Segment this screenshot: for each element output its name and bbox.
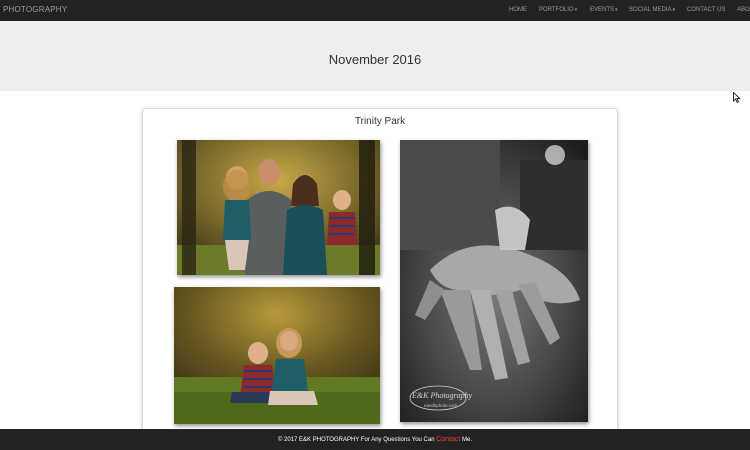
footer-contact-link[interactable]: Contact — [436, 436, 460, 443]
children-on-grass-photo[interactable] — [174, 287, 380, 424]
top-navbar: PHOTOGRAPHY HOME PORTFOLIO▾ EVENTS▾ SOCI… — [0, 0, 750, 21]
nav-home-label: HOME — [509, 7, 527, 13]
nav-home[interactable]: HOME — [509, 7, 527, 13]
nav-contact-us[interactable]: CONTACT US — [687, 7, 725, 13]
nav-contact-us-label: CONTACT US — [687, 7, 726, 13]
page-header: November 2016 — [0, 21, 750, 91]
watermark-url: eandkphoto.com — [424, 403, 458, 408]
nav-events[interactable]: EVENTS▾ — [590, 7, 618, 13]
watermark-logo: E&K Photography — [411, 391, 473, 400]
nav-about[interactable]: ABO — [737, 7, 750, 13]
nav-events-label: EVENTS — [590, 7, 615, 13]
gallery-panel: Trinity Park E&K Photography eandkphoto.… — [142, 108, 618, 438]
footer-suffix: Me. — [460, 437, 473, 443]
nav-about-label: ABO — [737, 7, 750, 13]
mouse-cursor-icon — [733, 92, 741, 103]
footer-copyright: © 2017 E&K PHOTOGRAPHY For Any Questions… — [277, 437, 437, 443]
page-footer: © 2017 E&K PHOTOGRAPHY For Any Questions… — [0, 429, 750, 450]
caret-down-icon: ▾ — [574, 7, 578, 13]
caret-down-icon: ▾ — [672, 7, 675, 13]
caret-down-icon: ▾ — [615, 7, 618, 13]
family-portrait-photo[interactable] — [177, 140, 380, 275]
brand-logo[interactable]: PHOTOGRAPHY — [3, 5, 67, 14]
nav-social-media-label: SOCIAL MEDIA — [629, 7, 672, 13]
hands-bw-photo[interactable]: E&K Photography eandkphoto.com — [400, 140, 588, 422]
page-title: November 2016 — [328, 52, 422, 67]
gallery-title: Trinity Park — [354, 116, 406, 127]
nav-social-media[interactable]: SOCIAL MEDIA▾ — [629, 7, 675, 13]
nav-portfolio[interactable]: PORTFOLIO▾ — [539, 7, 577, 13]
nav-portfolio-label: PORTFOLIO — [539, 7, 574, 13]
